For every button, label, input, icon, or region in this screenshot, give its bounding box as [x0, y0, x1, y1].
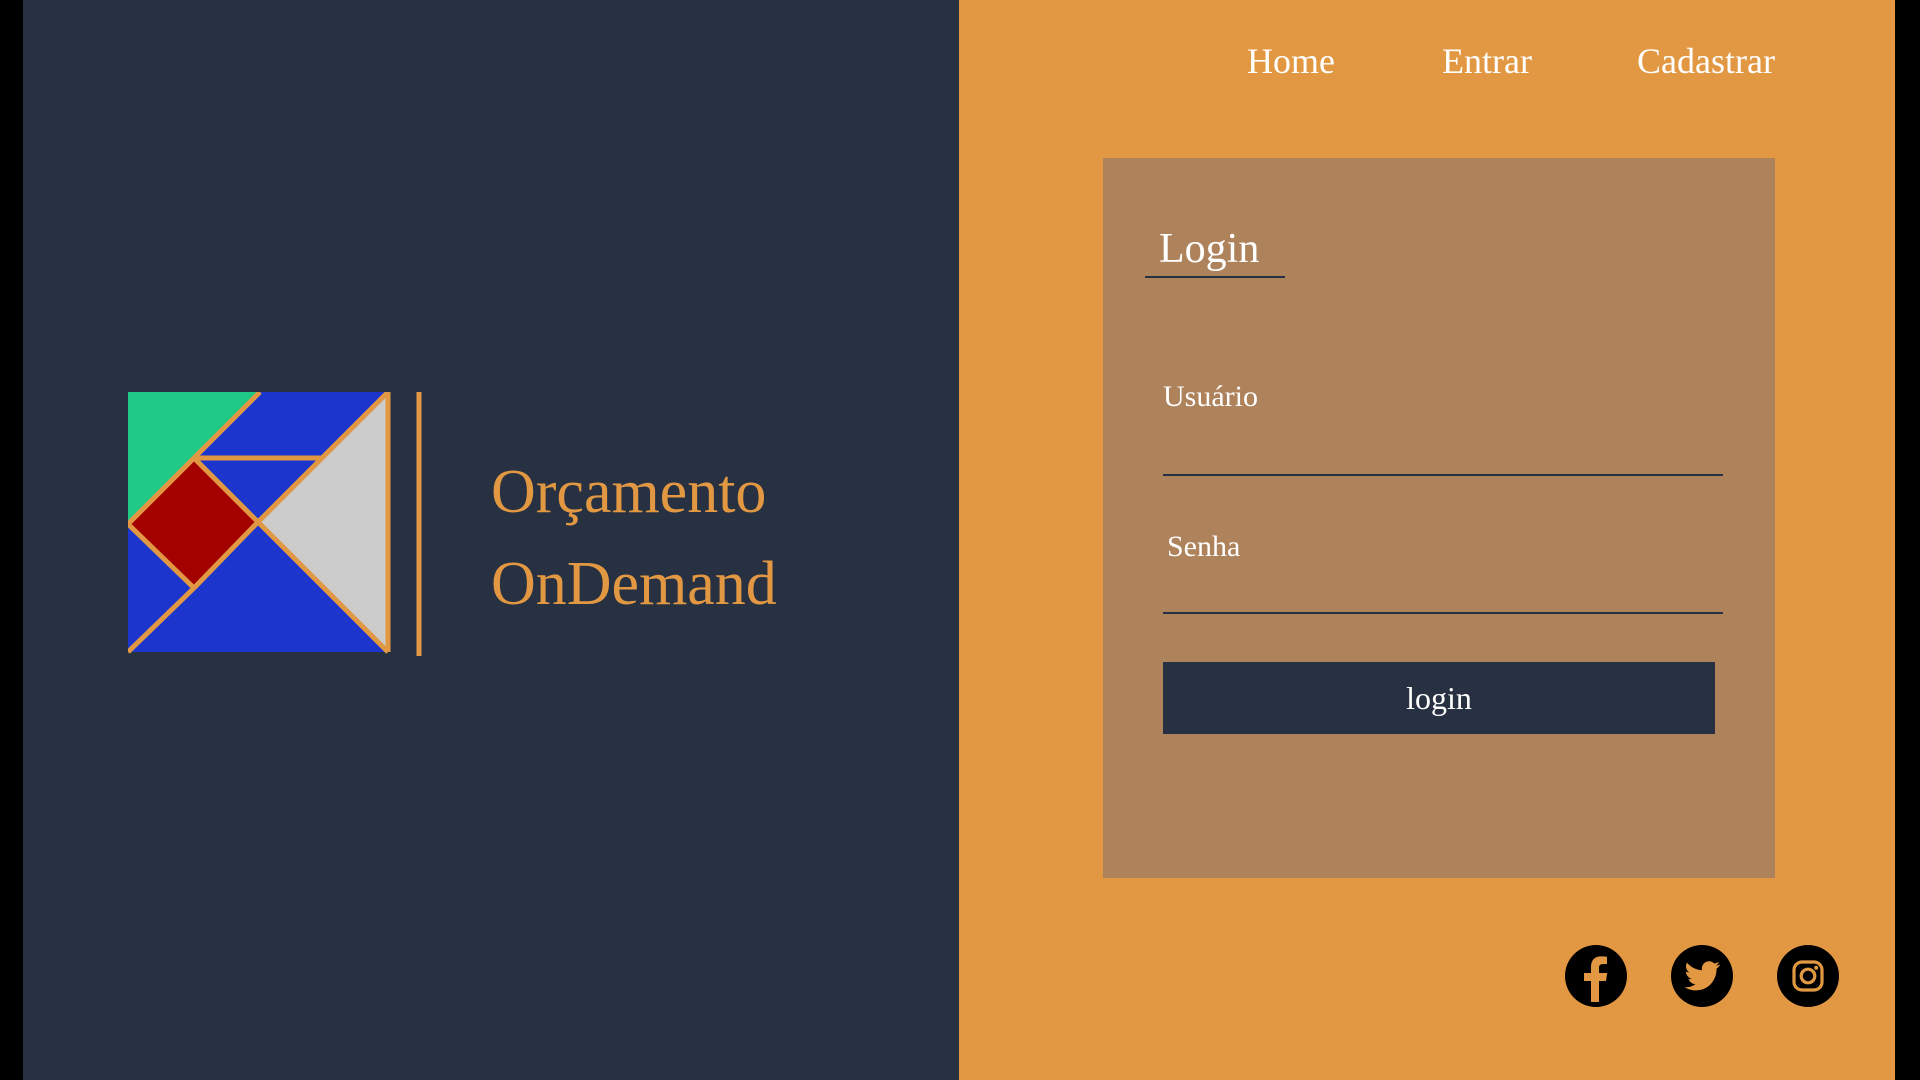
nav-cadastrar-link[interactable]: Cadastrar	[1637, 40, 1775, 82]
nav-entrar-link[interactable]: Entrar	[1442, 40, 1532, 82]
right-panel: Home Entrar Cadastrar Login Usuário Senh…	[959, 0, 1895, 1080]
instagram-icon[interactable]	[1776, 944, 1840, 1008]
username-label: Usuário	[1163, 380, 1258, 413]
twitter-icon[interactable]	[1670, 944, 1734, 1008]
brand-line-2: OnDemand	[491, 550, 777, 618]
password-input[interactable]	[1163, 568, 1723, 614]
login-card: Login Usuário Senha login	[1103, 158, 1775, 878]
brand-line-1: Orçamento	[491, 458, 767, 526]
tangram-logo-icon	[128, 392, 422, 656]
login-title: Login	[1159, 226, 1260, 272]
title-underline	[1145, 276, 1285, 278]
logo	[128, 392, 448, 660]
nav-home-link[interactable]: Home	[1247, 40, 1335, 82]
left-panel: Orçamento OnDemand	[23, 0, 959, 1080]
password-label: Senha	[1167, 530, 1241, 563]
username-input[interactable]	[1163, 430, 1723, 476]
facebook-icon[interactable]	[1564, 944, 1628, 1008]
brand-name: Orçamento OnDemand	[491, 446, 777, 630]
login-button[interactable]: login	[1163, 662, 1715, 734]
top-nav: Home Entrar Cadastrar	[959, 40, 1895, 90]
